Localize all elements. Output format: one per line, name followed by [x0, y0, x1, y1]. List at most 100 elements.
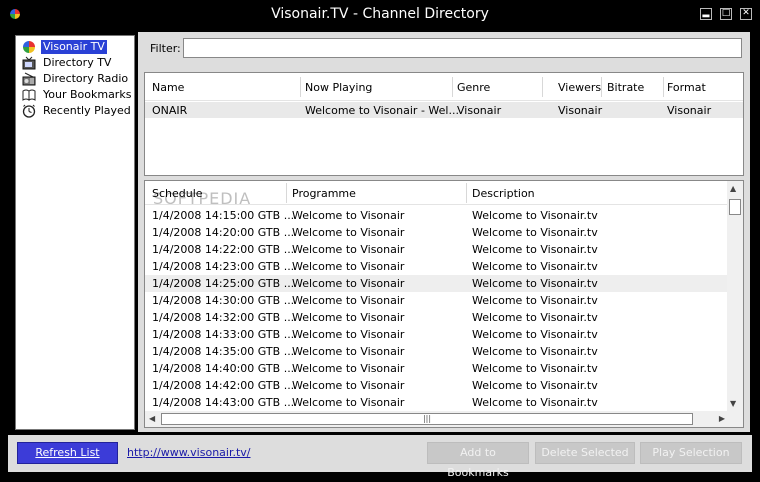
cell-schedule: 1/4/2008 14:23:00 GTB ... — [152, 260, 295, 273]
sidebar-item-label: Directory TV — [43, 56, 112, 69]
cell-description: Welcome to Visonair.tv — [472, 277, 598, 290]
refresh-list-button[interactable]: Refresh List — [17, 442, 118, 464]
cell-schedule: 1/4/2008 14:43:00 GTB ... — [152, 396, 295, 409]
sidebar-item-recently-played[interactable]: Recently Played — [22, 103, 133, 119]
cell-description: Welcome to Visonair.tv — [472, 311, 598, 324]
add-to-bookmarks-button[interactable]: Add to Bookmarks — [427, 442, 529, 479]
cell-genre: Visonair — [457, 104, 502, 117]
footer-bar: Refresh List http://www.visonair.tv/ Add… — [8, 435, 752, 479]
table-row[interactable]: 1/4/2008 14:25:00 GTB ... Welcome to Viso… — [145, 275, 727, 292]
cell-description: Welcome to Visonair.tv — [472, 226, 598, 239]
column-header-name[interactable]: Name — [152, 81, 184, 94]
cell-schedule: 1/4/2008 14:32:00 GTB ... — [152, 311, 295, 324]
cell-programme: Welcome to Visonair — [292, 379, 405, 392]
cell-programme: Welcome to Visonair — [292, 226, 405, 239]
table-row[interactable]: 1/4/2008 14:42:00 GTB ... Welcome to Viso… — [145, 377, 727, 394]
cell-schedule: 1/4/2008 14:30:00 GTB ... — [152, 294, 295, 307]
scroll-right-icon[interactable]: ▶ — [719, 414, 725, 423]
scroll-down-icon[interactable]: ▼ — [730, 399, 736, 408]
column-header-format[interactable]: Format — [667, 81, 706, 94]
cell-programme: Welcome to Visonair — [292, 209, 405, 222]
vertical-scrollbar[interactable]: ▲ ▼ — [727, 181, 743, 411]
cell-programme: Welcome to Visonair — [292, 243, 405, 256]
cell-programme: Welcome to Visonair — [292, 328, 405, 341]
close-button[interactable]: ✕ — [740, 8, 752, 20]
column-header-viewers[interactable]: Viewers — [558, 81, 601, 94]
table-row[interactable]: 1/4/2008 14:40:00 GTB ... Welcome to Viso… — [145, 360, 727, 377]
play-selection-button[interactable]: Play Selection — [640, 442, 742, 464]
cell-schedule: 1/4/2008 14:42:00 GTB ... — [152, 379, 295, 392]
delete-selected-button[interactable]: Delete Selected — [535, 442, 635, 464]
cell-description: Welcome to Visonair.tv — [472, 328, 598, 341]
scroll-left-icon[interactable]: ◀ — [149, 414, 155, 423]
sidebar-item-directory-tv[interactable]: Directory TV — [22, 55, 113, 71]
cell-programme: Welcome to Visonair — [292, 277, 405, 290]
table-row[interactable]: 1/4/2008 14:43:00 GTB ... Welcome to Viso… — [145, 394, 727, 411]
table-row[interactable]: 1/4/2008 14:33:00 GTB ... Welcome to Viso… — [145, 326, 727, 343]
table-row[interactable]: ONAIR Welcome to Visonair - Wel... Vison… — [145, 102, 743, 118]
cell-schedule: 1/4/2008 14:20:00 GTB ... — [152, 226, 295, 239]
cell-programme: Welcome to Visonair — [292, 362, 405, 375]
table-row[interactable]: 1/4/2008 14:20:00 GTB ... Welcome to Viso… — [145, 224, 727, 241]
column-header-now-playing[interactable]: Now Playing — [305, 81, 372, 94]
horizontal-scroll-thumb[interactable]: ||| — [161, 413, 693, 425]
table-row[interactable]: 1/4/2008 14:30:00 GTB ... Welcome to Viso… — [145, 292, 727, 309]
vertical-scroll-thumb[interactable] — [729, 199, 741, 215]
horizontal-scrollbar[interactable]: ◀ ||| ▶ — [145, 411, 729, 427]
cell-schedule: 1/4/2008 14:15:00 GTB ... — [152, 209, 295, 222]
cell-format: Visonair — [667, 104, 712, 117]
clock-icon — [22, 104, 36, 118]
table-row[interactable]: 1/4/2008 14:32:00 GTB ... Welcome to Viso… — [145, 309, 727, 326]
rainbow-icon — [23, 41, 35, 53]
cell-description: Welcome to Visonair.tv — [472, 379, 598, 392]
cell-description: Welcome to Visonair.tv — [472, 209, 598, 222]
cell-schedule: 1/4/2008 14:25:00 GTB ... — [152, 277, 295, 290]
cell-viewers: Visonair — [558, 104, 603, 117]
scroll-up-icon[interactable]: ▲ — [730, 184, 736, 193]
cell-programme: Welcome to Visonair — [292, 260, 405, 273]
sidebar-nav: Visonair TV Directory TV Directory Radio… — [15, 35, 135, 430]
table-row[interactable]: 1/4/2008 14:22:00 GTB ... Welcome to Viso… — [145, 241, 727, 258]
table-row[interactable]: 1/4/2008 14:35:00 GTB ... Welcome to Viso… — [145, 343, 727, 360]
channel-list-header: Name Now Playing Genre Viewers Bitrate F… — [145, 73, 743, 101]
tv-icon — [22, 56, 36, 70]
sidebar-item-label: Your Bookmarks — [43, 88, 132, 101]
website-link[interactable]: http://www.visonair.tv/ — [127, 446, 251, 459]
table-row[interactable]: 1/4/2008 14:15:00 GTB ... Welcome to Viso… — [145, 207, 727, 224]
cell-schedule: 1/4/2008 14:33:00 GTB ... — [152, 328, 295, 341]
cell-description: Welcome to Visonair.tv — [472, 294, 598, 307]
cell-name: ONAIR — [152, 104, 188, 117]
cell-description: Welcome to Visonair.tv — [472, 243, 598, 256]
filter-input[interactable] — [183, 38, 742, 58]
cell-schedule: 1/4/2008 14:22:00 GTB ... — [152, 243, 295, 256]
sidebar-item-visonair-tv[interactable]: Visonair TV — [22, 39, 107, 55]
column-header-genre[interactable]: Genre — [457, 81, 490, 94]
column-header-schedule[interactable]: Schedule — [152, 187, 203, 200]
table-row[interactable]: 1/4/2008 14:23:00 GTB ... Welcome to Viso… — [145, 258, 727, 275]
close-icon: ✕ — [742, 8, 750, 18]
scroll-corner — [727, 411, 743, 427]
cell-programme: Welcome to Visonair — [292, 294, 405, 307]
sidebar-item-label: Recently Played — [43, 104, 131, 117]
sidebar-item-directory-radio[interactable]: Directory Radio — [22, 71, 130, 87]
schedule-rows: 1/4/2008 14:15:00 GTB ... Welcome to Viso… — [145, 207, 727, 411]
sidebar-item-label: Directory Radio — [43, 72, 129, 85]
cell-programme: Welcome to Visonair — [292, 311, 405, 324]
book-icon — [22, 89, 36, 101]
sidebar-item-your-bookmarks[interactable]: Your Bookmarks — [22, 87, 133, 103]
column-header-programme[interactable]: Programme — [292, 187, 356, 200]
minimize-button[interactable]: ▂ — [700, 8, 712, 20]
schedule-list: SOFTPEDIA Schedule Programme Description… — [144, 180, 744, 428]
main-panel: Filter: Name Now Playing Genre Viewers B… — [138, 32, 750, 432]
title-bar: Visonair.TV - Channel Directory ▂ □ ✕ — [0, 0, 760, 30]
maximize-button[interactable]: □ — [720, 8, 732, 20]
window-title: Visonair.TV - Channel Directory — [271, 6, 489, 22]
cell-programme: Welcome to Visonair — [292, 345, 405, 358]
cell-schedule: 1/4/2008 14:40:00 GTB ... — [152, 362, 295, 375]
cell-now-playing: Welcome to Visonair - Wel... — [305, 104, 459, 117]
column-header-bitrate[interactable]: Bitrate — [607, 81, 644, 94]
cell-schedule: 1/4/2008 14:35:00 GTB ... — [152, 345, 295, 358]
maximize-icon: □ — [721, 8, 731, 18]
column-header-description[interactable]: Description — [472, 187, 535, 200]
cell-description: Welcome to Visonair.tv — [472, 345, 598, 358]
